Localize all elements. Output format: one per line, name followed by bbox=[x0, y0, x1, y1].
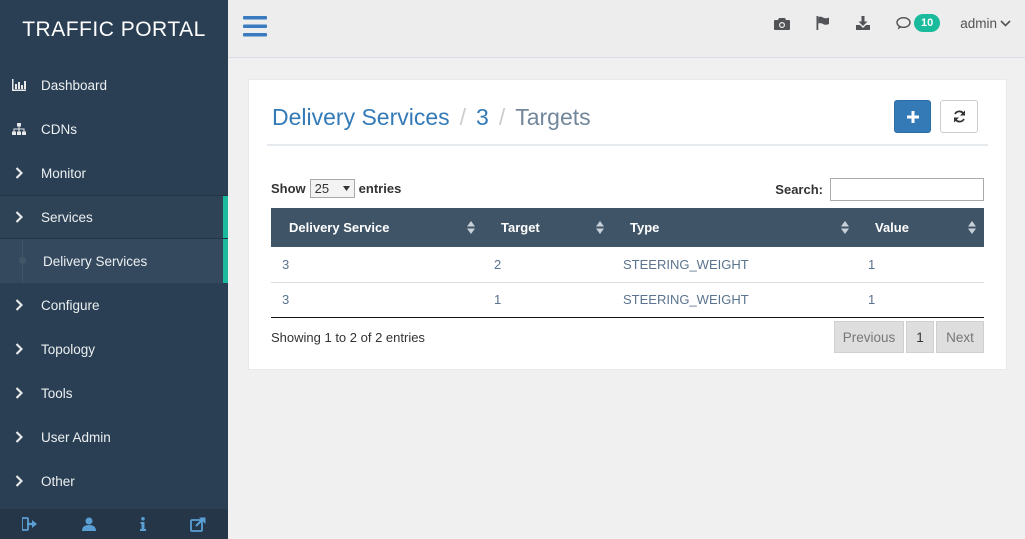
sidebar-item-topology[interactable]: Topology bbox=[0, 327, 228, 371]
sidebar-item-user-admin[interactable]: User Admin bbox=[0, 415, 228, 459]
sidebar-item-label: Dashboard bbox=[41, 77, 108, 93]
panel-header: Delivery Services / 3 / Targets bbox=[267, 80, 988, 146]
top-icons: 10 admin bbox=[761, 0, 1025, 46]
sidebar-item-tools[interactable]: Tools bbox=[0, 371, 228, 415]
top-navbar: 10 admin bbox=[228, 0, 1025, 58]
cell-type: STEERING_WEIGHT bbox=[623, 292, 749, 307]
show-label: Show bbox=[271, 181, 306, 196]
page-length-control: Show 25 entries bbox=[271, 179, 401, 198]
search-input[interactable] bbox=[830, 178, 984, 201]
table-header-row: Delivery Service Target Type Value bbox=[271, 208, 984, 247]
content-panel: Delivery Services / 3 / Targets Show 25 entr… bbox=[248, 79, 1007, 370]
search-control: Search: bbox=[775, 178, 984, 201]
sidebar-subitem-delivery-services[interactable]: Delivery Services bbox=[0, 239, 228, 283]
sidebar-nav: Dashboard CDNs Monitor Services Delivery… bbox=[0, 63, 228, 503]
targets-table: Delivery Service Target Type Value 3 2 S… bbox=[271, 208, 984, 318]
cell-type: STEERING_WEIGHT bbox=[623, 256, 749, 272]
entries-label: entries bbox=[358, 181, 402, 196]
sidebar-item-label: Topology bbox=[41, 341, 96, 357]
table-row[interactable]: 3 2 STEERING_WEIGHT 1 bbox=[271, 247, 984, 282]
logout-icon[interactable] bbox=[22, 517, 38, 531]
breadcrumb-separator: / bbox=[459, 104, 467, 130]
chevron-right-icon bbox=[12, 210, 26, 224]
menu-toggle-icon[interactable] bbox=[243, 16, 267, 37]
brand-title[interactable]: TRAFFIC PORTAL bbox=[0, 0, 228, 60]
bar-chart-icon bbox=[12, 78, 26, 92]
username: admin bbox=[960, 15, 997, 31]
page-1-button[interactable]: 1 bbox=[906, 321, 934, 353]
notifications[interactable]: 10 bbox=[896, 14, 941, 32]
active-indicator bbox=[223, 239, 228, 283]
next-page-button[interactable]: Next bbox=[936, 321, 984, 353]
column-header-value[interactable]: Value bbox=[857, 208, 984, 247]
search-label: Search: bbox=[775, 182, 823, 197]
notification-badge: 10 bbox=[913, 14, 941, 32]
sidebar-footer bbox=[0, 509, 228, 539]
sidebar-item-label: CDNs bbox=[41, 121, 77, 137]
previous-page-button[interactable]: Previous bbox=[834, 321, 904, 353]
sidebar-item-label: Delivery Services bbox=[43, 253, 148, 269]
sidebar-item-label: Configure bbox=[41, 297, 100, 313]
sidebar-item-monitor[interactable]: Monitor bbox=[0, 151, 228, 195]
chevron-right-icon bbox=[12, 474, 26, 488]
sidebar-item-services[interactable]: Services bbox=[0, 195, 228, 239]
add-target-button[interactable] bbox=[894, 100, 931, 133]
caret-down-icon bbox=[342, 186, 350, 191]
breadcrumb-delivery-services[interactable]: Delivery Services bbox=[272, 104, 450, 130]
column-header-type[interactable]: Type bbox=[612, 208, 857, 247]
table-info: Showing 1 to 2 of 2 entries bbox=[271, 330, 425, 345]
sidebar-item-label: Monitor bbox=[41, 165, 87, 181]
chevron-right-icon bbox=[12, 342, 26, 356]
sort-icon bbox=[467, 221, 475, 234]
chevron-down-icon bbox=[1000, 19, 1011, 27]
breadcrumb: Delivery Services / 3 / Targets bbox=[272, 104, 591, 131]
sidebar-item-configure[interactable]: Configure bbox=[0, 283, 228, 327]
chevron-right-icon bbox=[12, 386, 26, 400]
breadcrumb-separator: / bbox=[498, 104, 506, 130]
page-title: Targets bbox=[515, 104, 591, 130]
sidebar-item-dashboard[interactable]: Dashboard bbox=[0, 63, 228, 107]
page-length-value: 25 bbox=[314, 181, 330, 196]
sort-icon bbox=[596, 221, 604, 234]
sidebar-item-cdns[interactable]: CDNs bbox=[0, 107, 228, 151]
info-icon[interactable] bbox=[140, 517, 146, 531]
refresh-icon bbox=[953, 110, 965, 123]
plus-icon bbox=[906, 110, 919, 123]
sidebar-item-other[interactable]: Other bbox=[0, 459, 228, 503]
sidebar-item-label: Other bbox=[41, 473, 75, 489]
chevron-right-icon bbox=[12, 298, 26, 312]
external-link-icon[interactable] bbox=[190, 516, 206, 532]
sort-icon bbox=[841, 221, 849, 234]
sidebar-item-label: Tools bbox=[41, 385, 73, 401]
column-header-target[interactable]: Target bbox=[483, 208, 612, 247]
cell-value: 1 bbox=[868, 256, 876, 272]
comment-icon bbox=[896, 16, 911, 29]
user-menu[interactable]: admin bbox=[960, 16, 1011, 31]
camera-icon[interactable] bbox=[773, 17, 790, 30]
column-header-delivery-service[interactable]: Delivery Service bbox=[271, 208, 483, 247]
sort-icon bbox=[968, 221, 976, 234]
cell-target: 2 bbox=[494, 256, 502, 272]
page-length-select[interactable]: 25 bbox=[309, 179, 355, 198]
sidebar-item-label: Services bbox=[41, 209, 93, 225]
breadcrumb-ds-id[interactable]: 3 bbox=[476, 104, 489, 130]
chevron-right-icon bbox=[12, 430, 26, 444]
pagination: Previous 1 Next bbox=[832, 321, 984, 353]
sidebar: TRAFFIC PORTAL Dashboard CDNs Monitor Se… bbox=[0, 0, 228, 539]
sitemap-icon bbox=[12, 122, 26, 136]
flag-icon[interactable] bbox=[816, 16, 830, 30]
cell-delivery-service: 3 bbox=[282, 256, 290, 272]
cell-value: 1 bbox=[868, 292, 876, 307]
cell-delivery-service: 3 bbox=[282, 292, 290, 307]
sidebar-item-label: User Admin bbox=[41, 429, 111, 445]
table-row[interactable]: 3 1 STEERING_WEIGHT 1 bbox=[271, 282, 984, 317]
user-icon[interactable] bbox=[82, 517, 96, 531]
download-icon[interactable] bbox=[855, 16, 870, 30]
refresh-button[interactable] bbox=[940, 100, 978, 133]
chevron-right-icon bbox=[12, 166, 26, 180]
cell-target: 1 bbox=[494, 292, 502, 307]
